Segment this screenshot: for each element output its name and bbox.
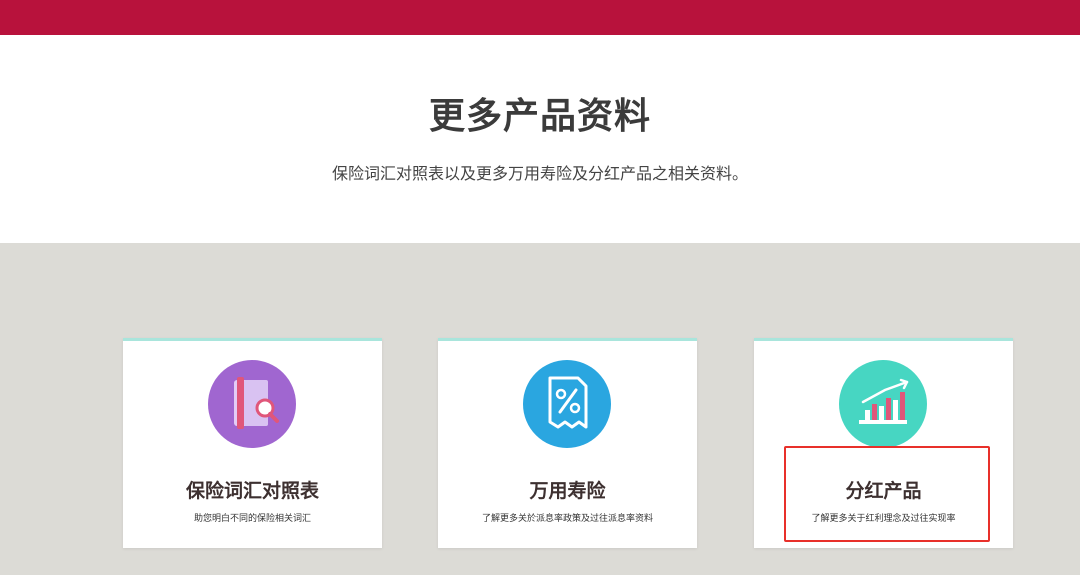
card-universal-life[interactable]: 万用寿险 了解更多关於派息率政策及过往派息率资料 xyxy=(438,338,697,548)
card-participating-products[interactable]: 分红产品 了解更多关于红利理念及过往实现率 xyxy=(754,338,1013,548)
card-title: 分红产品 xyxy=(845,480,922,502)
card-insurance-glossary[interactable]: 保险词汇对照表 助您明白不同的保险相关词汇 xyxy=(123,338,382,548)
page-subtitle: 保险词汇对照表以及更多万用寿险及分红产品之相关资料。 xyxy=(331,164,748,183)
card-title: 保险词汇对照表 xyxy=(185,480,319,502)
top-header-bar xyxy=(0,0,1080,35)
card-description: 助您明白不同的保险相关词汇 xyxy=(193,514,311,524)
percent-document-icon xyxy=(523,360,611,448)
page-title: 更多产品资料 xyxy=(428,96,651,137)
glossary-book-search-icon xyxy=(208,360,296,448)
card-description: 了解更多关於派息率政策及过往派息率资料 xyxy=(481,514,653,524)
card-title: 万用寿险 xyxy=(529,480,606,502)
bar-chart-growth-icon xyxy=(839,360,927,448)
card-description: 了解更多关于红利理念及过往实现率 xyxy=(811,514,956,524)
hero-section: 更多产品资料 保险词汇对照表以及更多万用寿险及分红产品之相关资料。 xyxy=(0,35,1080,243)
